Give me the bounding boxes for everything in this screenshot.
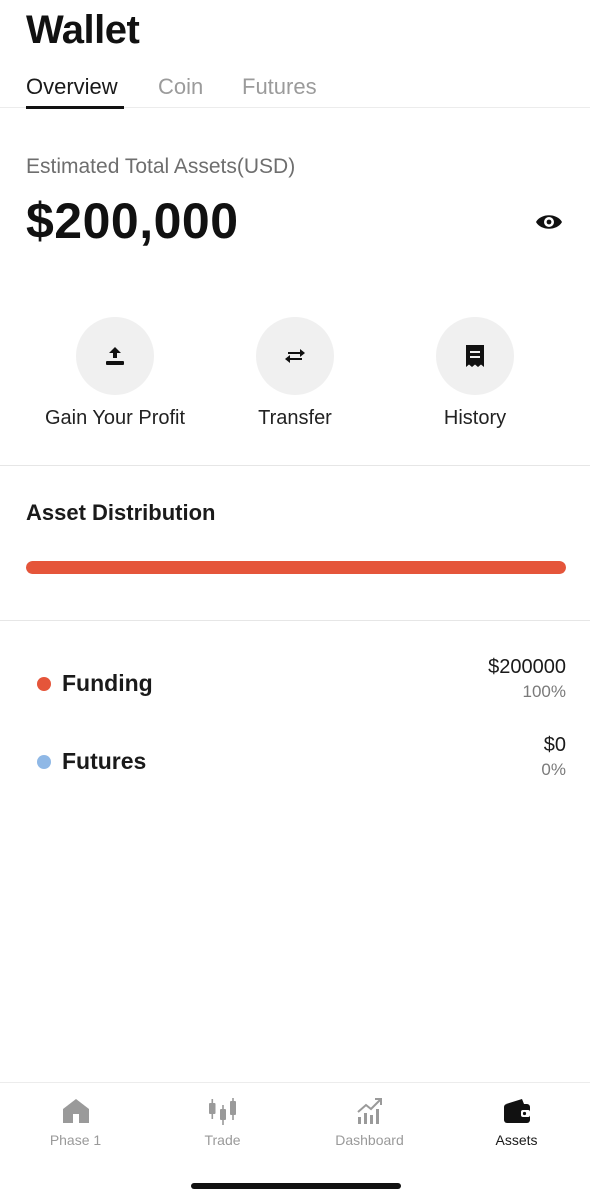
nav-trade[interactable]: Trade [149,1091,296,1161]
page-title: Wallet [26,8,140,52]
nav-phase-1[interactable]: Phase 1 [2,1091,149,1161]
home-indicator [191,1183,401,1189]
divider [0,620,590,621]
tab-coin[interactable]: Coin [158,74,203,100]
asset-name: Funding [62,670,153,696]
asset-distribution-title: Asset Distribution [26,500,216,525]
futures-dot [37,755,51,769]
divider [0,465,590,466]
nav-label: Assets [495,1132,538,1148]
asset-percent: 100% [522,682,566,701]
tab-futures[interactable]: Futures [242,74,317,100]
eye-icon[interactable] [530,206,568,238]
upload-icon [76,317,154,395]
transfer-label: Transfer [258,407,332,429]
chart-icon [354,1095,386,1127]
wallet-icon [501,1095,533,1127]
total-assets-value: $200,000 [26,193,239,249]
nav-label: Trade [204,1132,241,1148]
home-icon [60,1095,92,1127]
gain-profit-label: Gain Your Profit [44,407,186,429]
asset-name: Futures [62,748,147,774]
asset-row-funding[interactable]: Funding $200000 100% [0,656,590,716]
funding-dot [37,677,51,691]
asset-distribution-bar [26,561,566,574]
tab-bar: Overview Coin Futures [0,68,590,109]
asset-row-futures[interactable]: Futures $0 0% [0,734,590,794]
asset-percent: 0% [541,760,566,779]
transfer-icon [256,317,334,395]
receipt-icon [436,317,514,395]
transfer-button[interactable]: Transfer [205,317,385,437]
candlestick-icon [207,1095,239,1127]
asset-amount: $200000 [488,656,566,678]
history-button[interactable]: History [385,317,565,437]
history-label: History [443,407,507,429]
gain-profit-button[interactable]: Gain Your Profit [25,317,205,437]
asset-amount: $0 [543,734,566,756]
active-tab-indicator [26,106,124,109]
nav-assets[interactable]: Assets [443,1091,590,1161]
nav-label: Dashboard [335,1132,404,1148]
nav-label: Phase 1 [49,1132,102,1148]
nav-dashboard[interactable]: Dashboard [296,1091,443,1161]
total-assets-label: Estimated Total Assets(USD) [26,155,296,178]
funding-share-fill [26,561,566,574]
tab-overview[interactable]: Overview [26,74,118,100]
